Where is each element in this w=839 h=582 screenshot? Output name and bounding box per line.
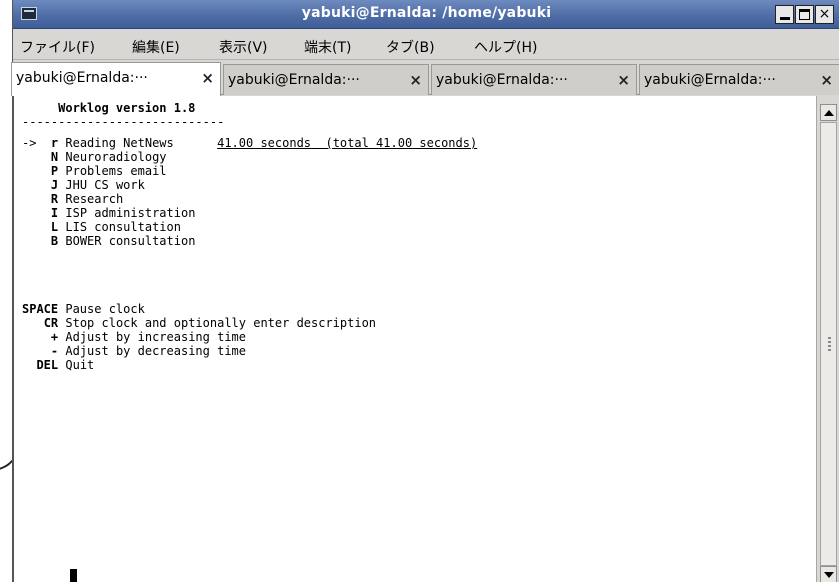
task-label: ISP administration bbox=[65, 206, 196, 220]
tab-close-icon[interactable]: × bbox=[201, 69, 214, 87]
task-label: Problems email bbox=[65, 164, 167, 178]
task-row: L LIS consultation bbox=[22, 220, 181, 234]
elapsed-time: 41.00 seconds bbox=[217, 136, 312, 150]
task-label: JHU CS work bbox=[65, 178, 145, 192]
arrow-up-icon bbox=[824, 110, 834, 116]
tab-3[interactable]: yabuki@Ernalda:··· × bbox=[431, 64, 637, 95]
task-label: Research bbox=[65, 192, 124, 206]
header-line: Worklog version 1.8 bbox=[22, 101, 195, 115]
task-label: Reading NetNews bbox=[65, 136, 174, 150]
command-key: SPACE bbox=[22, 302, 59, 316]
tab-1[interactable]: yabuki@Ernalda:··· × bbox=[11, 62, 221, 96]
command-row: SPACE Pause clock bbox=[22, 302, 145, 316]
task-row: J JHU CS work bbox=[22, 178, 145, 192]
task-label: BOWER consultation bbox=[65, 234, 196, 248]
text-cursor bbox=[70, 569, 77, 582]
task-label: LIS consultation bbox=[65, 220, 181, 234]
tab-close-icon[interactable]: × bbox=[617, 71, 630, 89]
task-label: Neuroradiology bbox=[65, 150, 167, 164]
grip-icon bbox=[828, 337, 831, 351]
tab-label: yabuki@Ernalda:··· bbox=[16, 70, 148, 86]
tab-2[interactable]: yabuki@Ernalda:··· × bbox=[223, 64, 429, 95]
command-row: + Adjust by increasing time bbox=[22, 330, 246, 344]
terminal-area[interactable]: Worklog version 1.8 --------------------… bbox=[13, 96, 816, 582]
command-label: Adjust by decreasing time bbox=[65, 344, 246, 358]
menu-edit[interactable]: 編集(E) bbox=[132, 37, 180, 57]
command-key: - bbox=[50, 344, 59, 358]
task-row: I ISP administration bbox=[22, 206, 196, 220]
command-row: DEL Quit bbox=[22, 358, 94, 372]
terminal-window: yabuki@Ernalda: /home/yabuki × ファイル(F) 編… bbox=[11, 0, 839, 582]
scroll-down-button[interactable] bbox=[820, 566, 837, 582]
arrow-down-icon bbox=[824, 572, 834, 578]
task-key: I bbox=[50, 206, 59, 220]
app-header: Worklog version 1.8 bbox=[58, 101, 196, 115]
command-label: Adjust by increasing time bbox=[65, 330, 246, 344]
task-key: R bbox=[50, 192, 59, 206]
task-row: R Research bbox=[22, 192, 123, 206]
window-title: yabuki@Ernalda: /home/yabuki bbox=[301, 5, 552, 21]
task-key: r bbox=[50, 136, 59, 150]
menu-file[interactable]: ファイル(F) bbox=[20, 37, 95, 57]
scroll-track[interactable] bbox=[820, 122, 837, 566]
command-label: Quit bbox=[65, 358, 95, 372]
tab-label: yabuki@Ernalda:··· bbox=[228, 72, 360, 88]
task-row: B BOWER consultation bbox=[22, 234, 196, 248]
minimize-icon bbox=[780, 17, 790, 20]
command-row: - Adjust by decreasing time bbox=[22, 344, 246, 358]
vertical-scrollbar[interactable] bbox=[816, 96, 839, 582]
command-row: CR Stop clock and optionally enter descr… bbox=[22, 316, 376, 330]
maximize-button[interactable] bbox=[795, 5, 814, 24]
menu-help[interactable]: ヘルプ(H) bbox=[474, 37, 537, 57]
task-key: N bbox=[50, 150, 59, 164]
task-row: P Problems email bbox=[22, 164, 167, 178]
task-key: J bbox=[50, 178, 59, 192]
current-task-marker: -> bbox=[22, 136, 37, 150]
task-key: L bbox=[50, 220, 59, 234]
task-row: N Neuroradiology bbox=[22, 150, 167, 164]
tab-bar: yabuki@Ernalda:··· × yabuki@Ernalda:··· … bbox=[11, 61, 839, 96]
tab-close-icon[interactable]: × bbox=[409, 71, 422, 89]
command-key: CR bbox=[43, 316, 59, 330]
scroll-thumb[interactable] bbox=[820, 122, 837, 566]
task-row-current: -> r Reading NetNews 41.00 seconds (tota… bbox=[22, 136, 477, 150]
menu-bar: ファイル(F) 編集(E) 表示(V) 端末(T) タブ(B) ヘルプ(H) bbox=[13, 30, 839, 60]
scroll-up-button[interactable] bbox=[820, 104, 837, 121]
menu-tabs[interactable]: タブ(B) bbox=[386, 37, 435, 57]
menu-view[interactable]: 表示(V) bbox=[219, 37, 268, 57]
separator: ---------------------------- bbox=[22, 115, 225, 129]
minimize-button[interactable] bbox=[775, 5, 794, 24]
task-key: P bbox=[50, 164, 59, 178]
menu-terminal[interactable]: 端末(T) bbox=[304, 37, 351, 57]
tab-label: yabuki@Ernalda:··· bbox=[436, 72, 568, 88]
command-key: + bbox=[50, 330, 59, 344]
command-key: DEL bbox=[36, 358, 59, 372]
close-button[interactable]: × bbox=[815, 5, 834, 24]
title-bar[interactable]: yabuki@Ernalda: /home/yabuki × bbox=[13, 0, 839, 29]
command-label: Stop clock and optionally enter descript… bbox=[65, 316, 377, 330]
maximize-icon bbox=[799, 9, 810, 20]
task-key: B bbox=[50, 234, 59, 248]
command-label: Pause clock bbox=[65, 302, 145, 316]
tab-close-icon[interactable]: × bbox=[820, 71, 833, 89]
total-time: (total 41.00 seconds) bbox=[325, 136, 478, 150]
tab-4[interactable]: yabuki@Ernalda:··· × bbox=[639, 64, 839, 95]
tab-label: yabuki@Ernalda:··· bbox=[644, 72, 776, 88]
